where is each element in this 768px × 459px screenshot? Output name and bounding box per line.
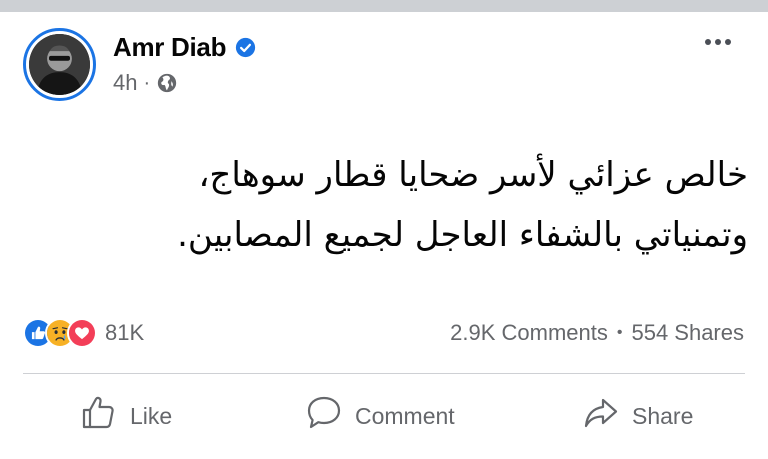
action-divider <box>23 373 745 374</box>
post-message: خالص عزائي لأسر ضحايا قطار سوهاج، وتمنيا… <box>60 145 748 265</box>
avatar-photo <box>29 34 90 95</box>
comment-label: Comment <box>355 402 455 429</box>
post-text-line: خالص عزائي لأسر ضحايا قطار سوهاج، <box>198 155 748 195</box>
like-label: Like <box>130 402 173 429</box>
stats-separator: • <box>616 324 623 341</box>
meta-separator: · <box>143 71 151 94</box>
reaction-count[interactable]: 81K <box>105 320 144 346</box>
author-name[interactable]: Amr Diab <box>113 32 226 63</box>
share-label: Share <box>632 402 694 429</box>
author-row: Amr Diab <box>113 30 256 64</box>
post-text-line: وتمنياتي بالشفاء العاجل لجميع المصابين. <box>177 215 748 255</box>
feed-separator-bar <box>0 0 768 12</box>
comments-count-link[interactable]: 2.9K Comments <box>450 320 608 346</box>
share-button[interactable]: Share <box>582 386 693 446</box>
comment-bubble-icon <box>305 394 355 438</box>
verified-badge-icon <box>235 37 256 58</box>
engagement-stats: 2.9K Comments • 554 Shares <box>450 318 744 348</box>
comment-button[interactable]: Comment <box>305 386 455 446</box>
more-dot-icon <box>725 39 731 45</box>
shares-count-link[interactable]: 554 Shares <box>631 320 744 346</box>
more-dot-icon <box>715 39 721 45</box>
more-dot-icon <box>705 39 711 45</box>
love-reaction-icon <box>67 318 97 348</box>
like-button[interactable]: Like <box>80 386 172 446</box>
reactions-summary[interactable]: 81K <box>23 316 144 350</box>
more-options-button[interactable] <box>698 30 738 54</box>
globe-icon[interactable] <box>156 72 178 94</box>
post-timestamp[interactable]: 4h <box>113 70 137 96</box>
post-meta: 4h · <box>113 70 178 96</box>
thumbs-up-icon <box>80 394 130 438</box>
share-arrow-icon <box>582 394 632 438</box>
author-avatar[interactable] <box>23 28 96 101</box>
